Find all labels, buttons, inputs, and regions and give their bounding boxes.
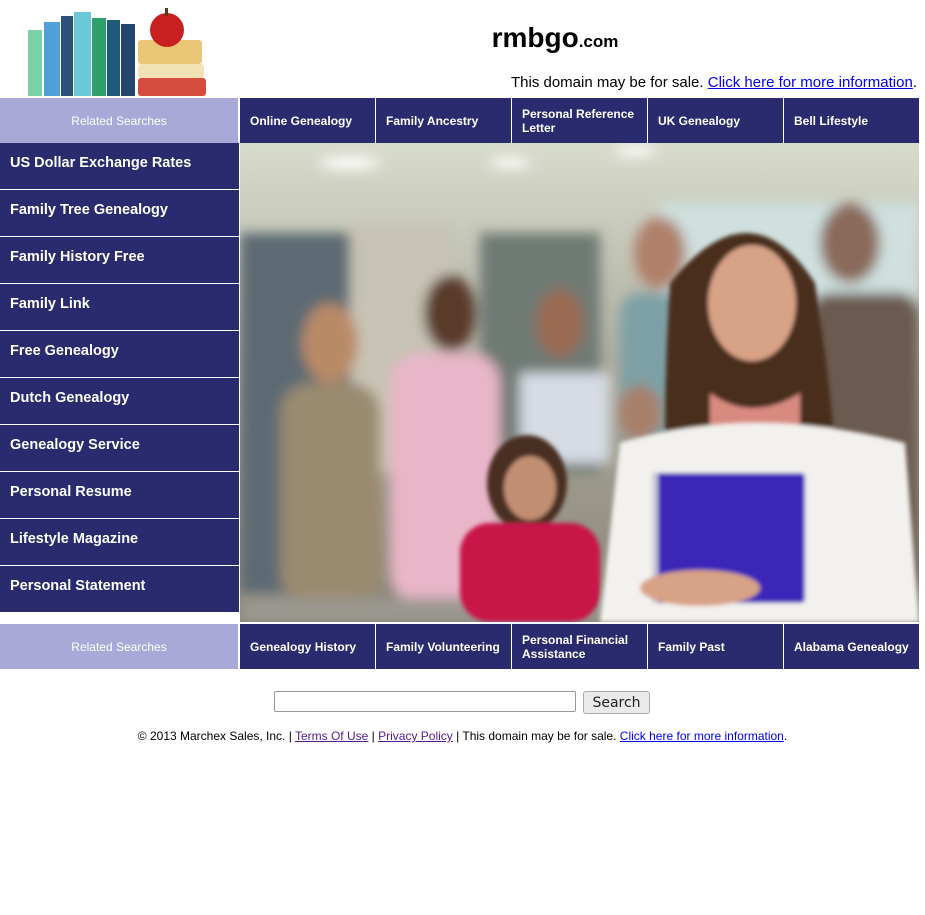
search-button[interactable]: Search xyxy=(583,691,650,714)
privacy-policy-link[interactable]: Privacy Policy xyxy=(378,729,453,743)
footer-sale-text: | This domain may be for sale. xyxy=(456,729,617,743)
side-item-family-history-free[interactable]: Family History Free xyxy=(0,237,239,284)
side-item-free-genealogy[interactable]: Free Genealogy xyxy=(0,331,239,378)
side-item-genealogy-service[interactable]: Genealogy Service xyxy=(0,425,239,472)
related-link-genealogy-history[interactable]: Genealogy History xyxy=(239,624,375,669)
footer: © 2013 Marchex Sales, Inc. | Terms Of Us… xyxy=(137,729,788,743)
related-searches-label: Related Searches xyxy=(0,98,239,143)
more-info-link[interactable]: Click here for more information xyxy=(708,74,913,91)
side-item-personal-resume[interactable]: Personal Resume xyxy=(0,472,239,519)
side-item-lifestyle-magazine[interactable]: Lifestyle Magazine xyxy=(0,519,239,566)
related-link-family-volunteering[interactable]: Family Volunteering xyxy=(375,624,511,669)
search-input[interactable] xyxy=(274,691,576,712)
related-link-personal-financial-assistance[interactable]: Personal Financial Assistance xyxy=(511,624,647,669)
side-item-personal-statement[interactable]: Personal Statement xyxy=(0,566,239,613)
side-menu: US Dollar Exchange Rates Family Tree Gen… xyxy=(0,143,239,613)
related-link-family-ancestry[interactable]: Family Ancestry xyxy=(375,98,511,143)
related-link-bell-lifestyle[interactable]: Bell Lifestyle xyxy=(783,98,919,143)
related-link-alabama-genealogy[interactable]: Alabama Genealogy xyxy=(783,624,919,669)
search-form: Search xyxy=(274,691,650,714)
copyright-text: © 2013 Marchex Sales, Inc. | xyxy=(137,729,292,743)
related-link-personal-reference-letter[interactable]: Personal Reference Letter xyxy=(511,98,647,143)
related-link-uk-genealogy[interactable]: UK Genealogy xyxy=(647,98,783,143)
sale-notice: This domain may be for sale. Click here … xyxy=(510,74,917,91)
side-item-us-dollar-exchange-rates[interactable]: US Dollar Exchange Rates xyxy=(0,143,239,190)
terms-of-use-link[interactable]: Terms Of Use xyxy=(295,729,368,743)
side-item-dutch-genealogy[interactable]: Dutch Genealogy xyxy=(0,378,239,425)
related-link-family-past[interactable]: Family Past xyxy=(647,624,783,669)
related-link-online-genealogy[interactable]: Online Genealogy xyxy=(239,98,375,143)
bottom-related-bar: Related Searches Genealogy History Famil… xyxy=(0,624,919,669)
side-item-family-tree-genealogy[interactable]: Family Tree Genealogy xyxy=(0,190,239,237)
footer-more-info-link[interactable]: Click here for more information xyxy=(620,729,784,743)
related-searches-label: Related Searches xyxy=(0,624,239,669)
top-related-bar: Related Searches Online Genealogy Family… xyxy=(0,98,919,143)
side-item-family-link[interactable]: Family Link xyxy=(0,284,239,331)
students-hero-image xyxy=(240,143,919,622)
sale-text: This domain may be for sale. xyxy=(510,74,704,91)
domain-title: rmbgo.com xyxy=(491,22,619,53)
